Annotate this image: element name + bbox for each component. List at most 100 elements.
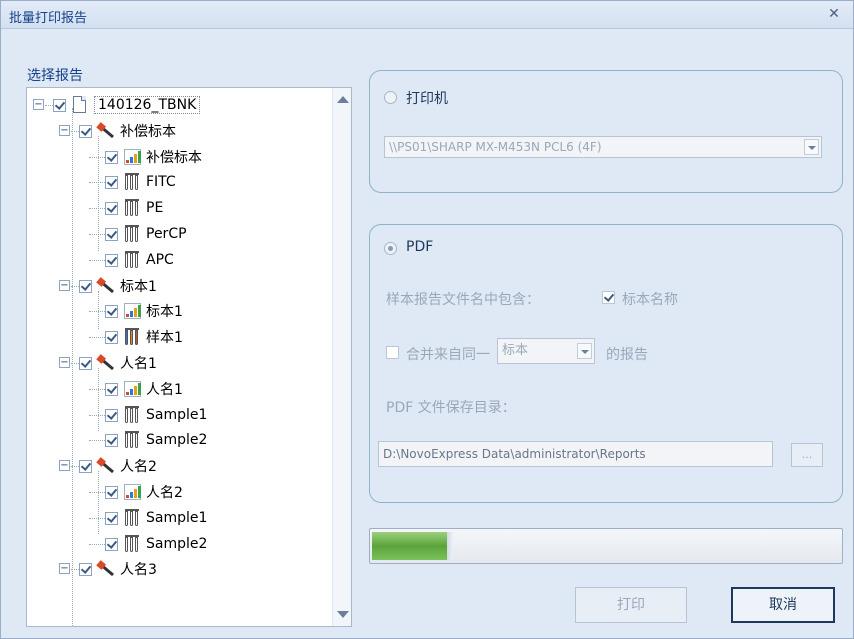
tubes-icon <box>123 406 141 424</box>
tree-item[interactable]: Sample1 <box>105 404 207 426</box>
tubes-icon <box>123 173 141 191</box>
collapse-icon[interactable]: − <box>59 280 70 291</box>
collapse-icon[interactable]: − <box>33 99 44 110</box>
tree-checkbox[interactable] <box>105 175 118 189</box>
merge-select-value: 标本 <box>502 343 529 358</box>
tree-connector <box>89 389 105 390</box>
tree-item[interactable]: Sample2 <box>105 533 207 555</box>
tree-checkbox[interactable] <box>105 408 118 422</box>
tree-checkbox[interactable] <box>105 253 118 267</box>
tree-checkbox[interactable] <box>53 98 66 112</box>
tree-checkbox[interactable] <box>105 201 118 215</box>
tube <box>130 408 133 423</box>
tree-item-label: 人名1 <box>120 356 157 372</box>
collapse-icon[interactable]: − <box>59 357 70 368</box>
bar-chart-shape <box>124 381 141 397</box>
bar-chart-bar <box>138 383 141 395</box>
chevron-down-icon[interactable] <box>804 139 819 155</box>
wand-shape <box>99 562 114 577</box>
tree-item[interactable]: APC <box>105 249 174 271</box>
tube <box>135 408 138 423</box>
tree-checkbox[interactable] <box>105 537 118 551</box>
tree-checkbox[interactable] <box>105 485 118 499</box>
bar-chart-bar <box>134 386 137 395</box>
tree-item[interactable]: 标本1 <box>105 300 183 322</box>
tree-group[interactable]: 标本1 <box>79 275 157 297</box>
tube <box>125 537 128 552</box>
tubes-shape <box>125 406 140 424</box>
tree-connector <box>89 492 105 493</box>
tree-item[interactable]: Sample1 <box>105 507 207 529</box>
print-button[interactable]: 打印 <box>575 587 687 623</box>
chevron-down-icon[interactable] <box>577 343 592 359</box>
title-bar: 批量打印报告 ✕ <box>1 1 853 29</box>
tube <box>125 433 128 448</box>
tree-connector <box>89 518 105 519</box>
tubes-icon <box>123 431 141 449</box>
tree-item-label: 140126_TBNK <box>94 96 201 114</box>
printer-radio[interactable] <box>384 91 397 104</box>
dir-input[interactable]: D:\NovoExpress Data\administrator\Report… <box>378 441 773 467</box>
close-icon[interactable]: ✕ <box>825 5 843 23</box>
tree-item[interactable]: 人名2 <box>105 481 183 503</box>
tree-checkbox[interactable] <box>105 511 118 525</box>
tree-item-label: 标本1 <box>120 279 157 295</box>
cancel-button[interactable]: 取消 <box>731 587 835 623</box>
tree-checkbox[interactable] <box>105 433 118 447</box>
tube <box>135 253 138 268</box>
include-name-checkbox[interactable] <box>602 291 615 304</box>
tree-checkbox[interactable] <box>105 382 118 396</box>
scroll-up-icon[interactable] <box>337 96 349 103</box>
colored-tubes-icon <box>123 328 141 346</box>
tree-item[interactable]: FITC <box>105 171 176 193</box>
tree-item[interactable]: 人名1 <box>105 378 183 400</box>
tree-connector <box>98 291 99 329</box>
tree-item[interactable]: Sample2 <box>105 429 207 451</box>
tree-checkbox[interactable] <box>105 227 118 241</box>
wand-icon <box>97 354 115 372</box>
tree-connector <box>89 337 105 338</box>
merge-checkbox[interactable] <box>386 346 399 359</box>
tree-item-label: 补偿标本 <box>120 124 176 140</box>
tree-group[interactable]: 补偿标本 <box>79 120 176 142</box>
browse-button[interactable]: ... <box>791 443 823 467</box>
collapse-icon[interactable]: − <box>59 563 70 574</box>
tree-group[interactable]: 人名3 <box>79 558 157 580</box>
tree-group[interactable]: 人名1 <box>79 352 157 374</box>
tree-group[interactable]: 人名2 <box>79 455 157 477</box>
tree-root[interactable]: 140126_TBNK <box>53 94 201 116</box>
tube <box>130 537 133 552</box>
tree-checkbox[interactable] <box>105 150 118 164</box>
tube <box>135 433 138 448</box>
tree-scrollbar[interactable] <box>332 88 351 626</box>
report-tree[interactable]: −140126_TBNK − 补偿标本 补偿标本 FITC PE PerCP APC − 标本1 标… <box>26 87 352 627</box>
tree-item-label: PE <box>146 200 164 216</box>
pdf-radio[interactable] <box>384 242 397 255</box>
tree-item[interactable]: 补偿标本 <box>105 146 202 168</box>
printer-panel: 打印机 \\PS01\SHARP MX-M453N PCL6 (4F) <box>369 70 843 193</box>
tree-checkbox[interactable] <box>105 304 118 318</box>
bar-chart-bar <box>130 389 133 395</box>
tree-checkbox[interactable] <box>79 562 92 576</box>
bar-chart-icon <box>123 148 141 166</box>
bar-chart-bar <box>130 157 133 163</box>
tree-item-label: 人名1 <box>146 382 183 398</box>
printer-select[interactable]: \\PS01\SHARP MX-M453N PCL6 (4F) <box>384 136 822 158</box>
tree-item-label: 人名2 <box>120 459 157 475</box>
collapse-icon[interactable]: − <box>59 125 70 136</box>
merge-select[interactable]: 标本 <box>497 338 595 364</box>
collapse-icon[interactable]: − <box>59 460 70 471</box>
tree-connector <box>71 286 79 287</box>
tubes-icon <box>123 535 141 553</box>
tree-item[interactable]: 样本1 <box>105 326 183 348</box>
tree-checkbox[interactable] <box>79 279 92 293</box>
tree-item[interactable]: PE <box>105 197 163 219</box>
scroll-down-icon[interactable] <box>337 611 349 618</box>
tree-item[interactable]: PerCP <box>105 223 187 245</box>
tree-checkbox[interactable] <box>79 124 92 138</box>
tree-checkbox[interactable] <box>105 330 118 344</box>
tree-checkbox[interactable] <box>79 459 92 473</box>
tree-item-label: 标本1 <box>146 304 183 320</box>
tree-checkbox[interactable] <box>79 356 92 370</box>
progress-fill <box>372 532 453 560</box>
